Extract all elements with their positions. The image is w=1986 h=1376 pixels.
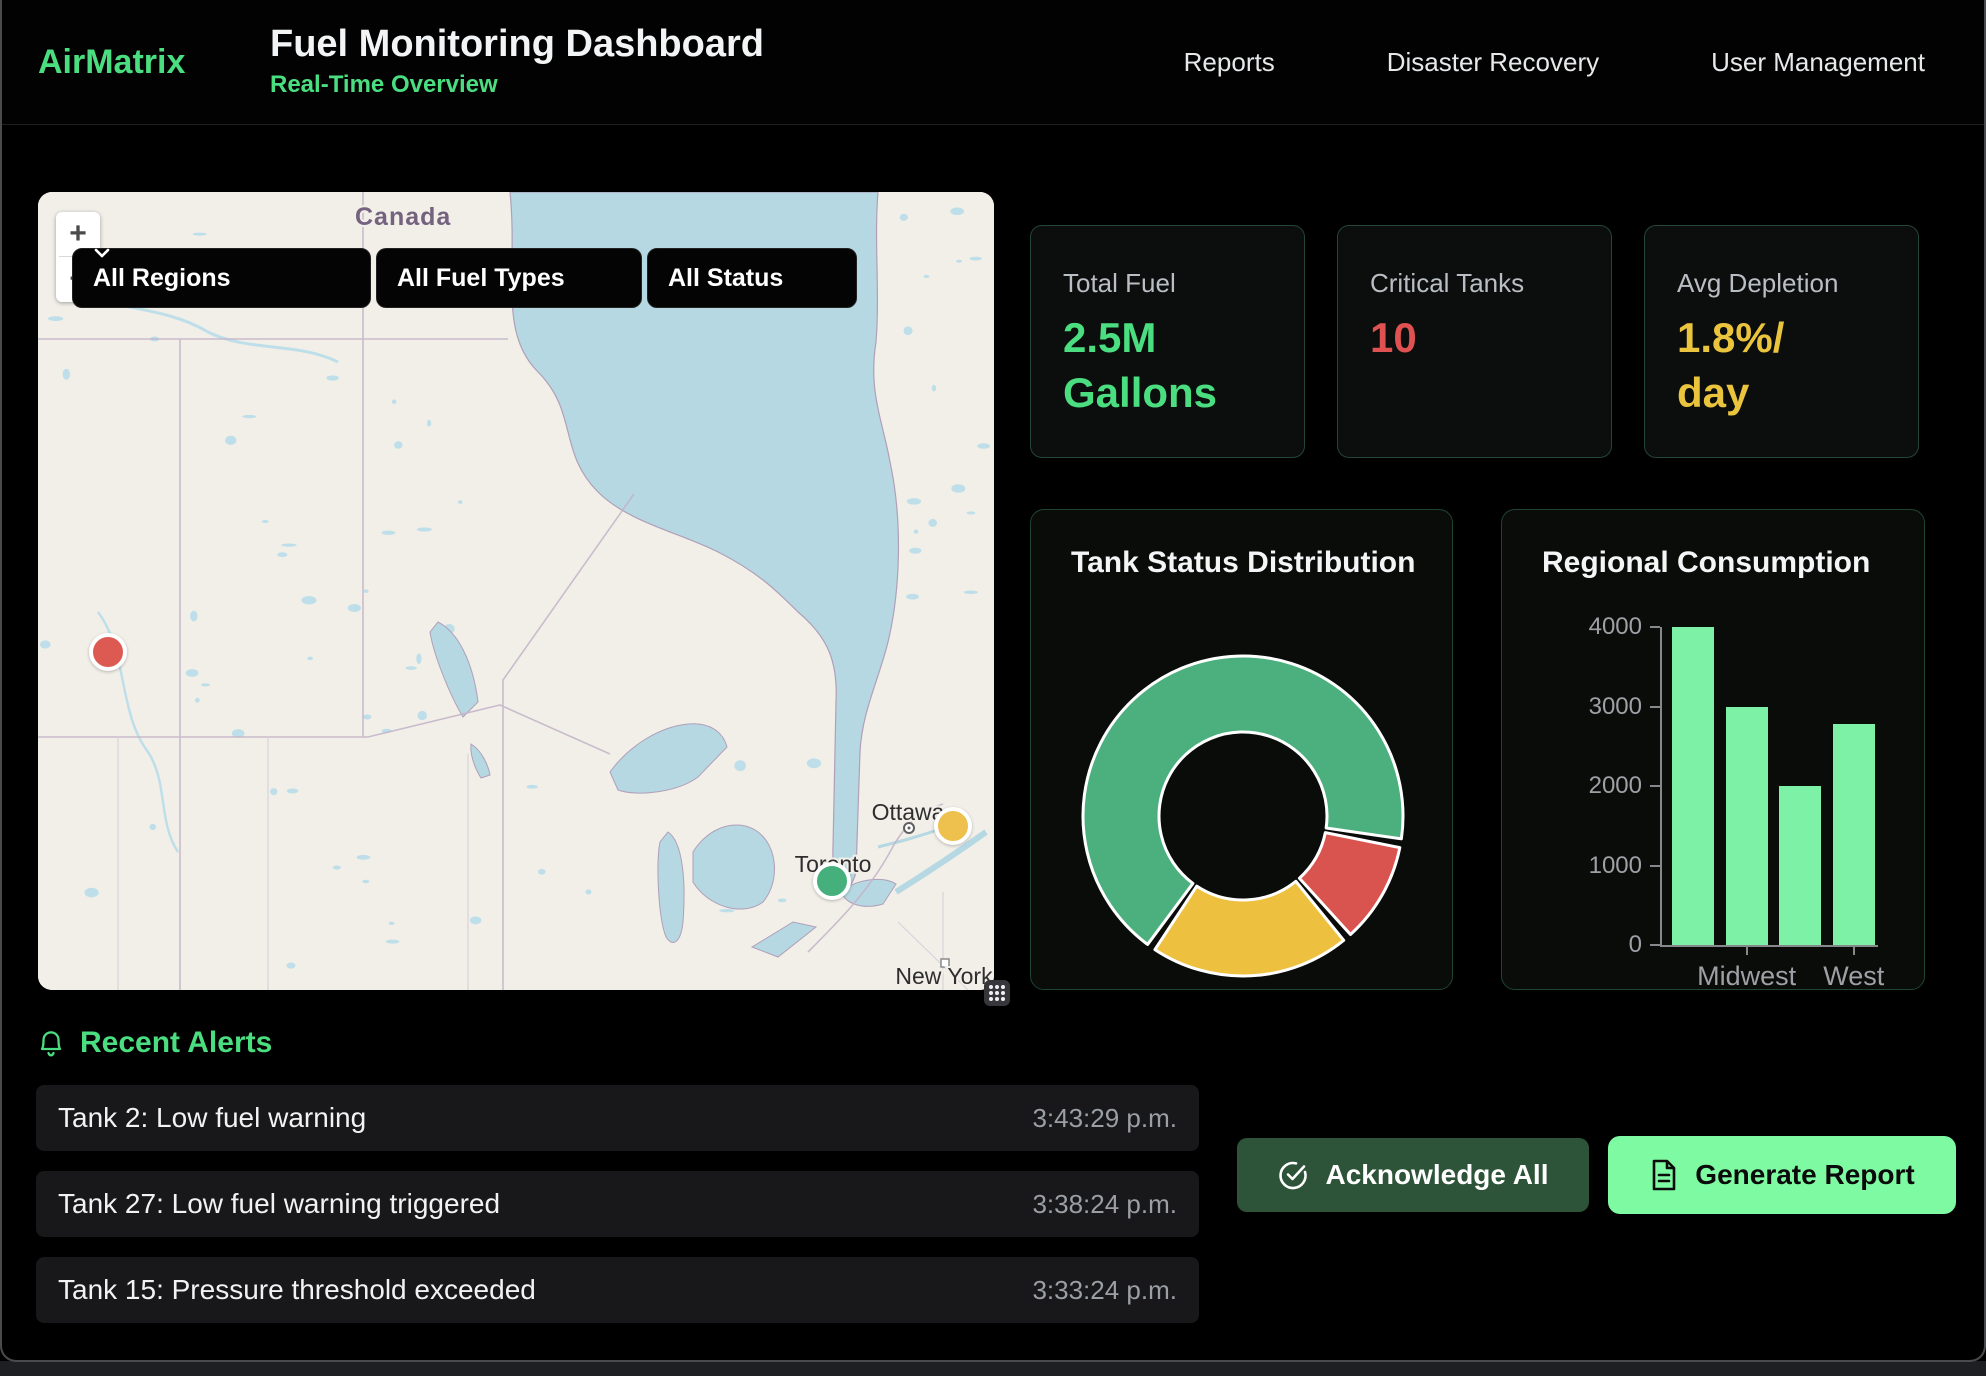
y-tick-label: 0 (1562, 931, 1642, 959)
check-circle-icon (1277, 1159, 1309, 1191)
chart-title: Tank Status Distribution (1071, 546, 1415, 580)
region-filter-value: All Regions (93, 264, 231, 293)
y-axis-line (1660, 627, 1662, 947)
bottom-strip (0, 1361, 1986, 1376)
y-tick-label: 3000 (1562, 693, 1642, 721)
fuel-filter-value: All Fuel Types (397, 264, 565, 293)
bell-icon (38, 1029, 64, 1058)
alert-message: Tank 27: Low fuel warning triggered (58, 1188, 500, 1220)
tank-status-donut-chart (1073, 646, 1413, 986)
page-subtitle: Real-Time Overview (270, 71, 764, 99)
region-filter-dropdown[interactable]: All Regions (72, 248, 371, 308)
page-title: Fuel Monitoring Dashboard (270, 25, 764, 65)
document-icon (1649, 1158, 1679, 1192)
y-tick-mark (1650, 785, 1660, 787)
tank-marker[interactable] (89, 633, 127, 671)
acknowledge-all-label: Acknowledge All (1325, 1159, 1548, 1191)
stat-label: Critical Tanks (1370, 268, 1579, 299)
x-tick-label: West (1784, 961, 1924, 992)
stat-label: Avg Depletion (1677, 268, 1886, 299)
nav-reports[interactable]: Reports (1184, 47, 1275, 78)
brand-logo: AirMatrix (38, 43, 270, 82)
regional-consumption-chart-card: Regional Consumption 01000200030004000Mi… (1501, 509, 1925, 990)
y-tick-mark (1650, 626, 1660, 628)
status-filter-value: All Status (668, 264, 783, 293)
chevron-down-icon (94, 248, 110, 258)
nav-disaster-recovery[interactable]: Disaster Recovery (1387, 47, 1599, 78)
stat-value: 2.5M Gallons (1063, 311, 1233, 420)
alert-message: Tank 2: Low fuel warning (58, 1102, 366, 1134)
alert-timestamp: 3:38:24 p.m. (1032, 1189, 1177, 1220)
country-label-canada: Canada (355, 203, 451, 231)
stat-card-total-fuel: Total Fuel 2.5M Gallons (1030, 225, 1305, 458)
map-canvas: Canada Ottawa Toronto New York (38, 192, 994, 990)
city-label-newyork: New York (895, 963, 993, 989)
alert-row: Tank 27: Low fuel warning triggered 3:38… (36, 1171, 1199, 1237)
alert-timestamp: 3:43:29 p.m. (1032, 1103, 1177, 1134)
recent-alerts-title: Recent Alerts (80, 1026, 272, 1060)
recent-alerts-heading: Recent Alerts (38, 1026, 272, 1060)
alert-row: Tank 15: Pressure threshold exceeded 3:3… (36, 1257, 1199, 1323)
x-tick-mark (1746, 947, 1748, 955)
bar (1779, 786, 1821, 945)
y-tick-label: 2000 (1562, 772, 1642, 800)
bar (1833, 724, 1875, 945)
tank-status-chart-card: Tank Status Distribution (1030, 509, 1453, 990)
stat-card-avg-depletion: Avg Depletion 1.8%/​day (1644, 225, 1919, 458)
y-tick-label: 4000 (1562, 613, 1642, 641)
alert-row: Tank 2: Low fuel warning 3:43:29 p.m. (36, 1085, 1199, 1151)
stat-value: 1.8%/​day (1677, 311, 1847, 420)
tank-marker[interactable] (813, 862, 851, 900)
y-tick-label: 1000 (1562, 852, 1642, 880)
map-filter-bar: All Regions All Fuel Types All Status (72, 248, 857, 308)
stat-value: 10 (1370, 311, 1540, 366)
generate-report-label: Generate Report (1695, 1159, 1914, 1191)
app-header: AirMatrix Fuel Monitoring Dashboard Real… (0, 0, 1986, 125)
alert-timestamp: 3:33:24 p.m. (1032, 1275, 1177, 1306)
tank-marker[interactable] (934, 807, 972, 845)
x-tick-mark (1853, 947, 1855, 955)
bar (1672, 627, 1714, 945)
y-tick-mark (1650, 706, 1660, 708)
x-axis-line (1662, 945, 1878, 947)
nav-user-management[interactable]: User Management (1711, 47, 1925, 78)
tank-map[interactable]: Canada Ottawa Toronto New York + − All R… (38, 192, 994, 990)
y-tick-mark (1650, 865, 1660, 867)
map-resize-handle[interactable] (984, 980, 1010, 1006)
stat-cards: Total Fuel 2.5M Gallons Critical Tanks 1… (1030, 225, 1919, 458)
title-block: Fuel Monitoring Dashboard Real-Time Over… (270, 25, 764, 100)
stat-label: Total Fuel (1063, 268, 1272, 299)
status-filter-dropdown[interactable]: All Status (647, 248, 857, 308)
y-tick-mark (1650, 944, 1660, 946)
alert-message: Tank 15: Pressure threshold exceeded (58, 1274, 536, 1306)
fuel-type-filter-dropdown[interactable]: All Fuel Types (376, 248, 642, 308)
regional-consumption-bar-chart: 01000200030004000MidwestWest (1502, 510, 1926, 991)
fuel-monitoring-dashboard: AirMatrix Fuel Monitoring Dashboard Real… (0, 0, 1986, 1376)
generate-report-button[interactable]: Generate Report (1608, 1136, 1956, 1214)
bar (1726, 707, 1768, 946)
alert-list: Tank 2: Low fuel warning 3:43:29 p.m. Ta… (36, 1085, 1199, 1343)
main-nav: Reports Disaster Recovery User Managemen… (1184, 0, 1925, 124)
stat-card-critical-tanks: Critical Tanks 10 (1337, 225, 1612, 458)
acknowledge-all-button[interactable]: Acknowledge All (1237, 1138, 1589, 1212)
